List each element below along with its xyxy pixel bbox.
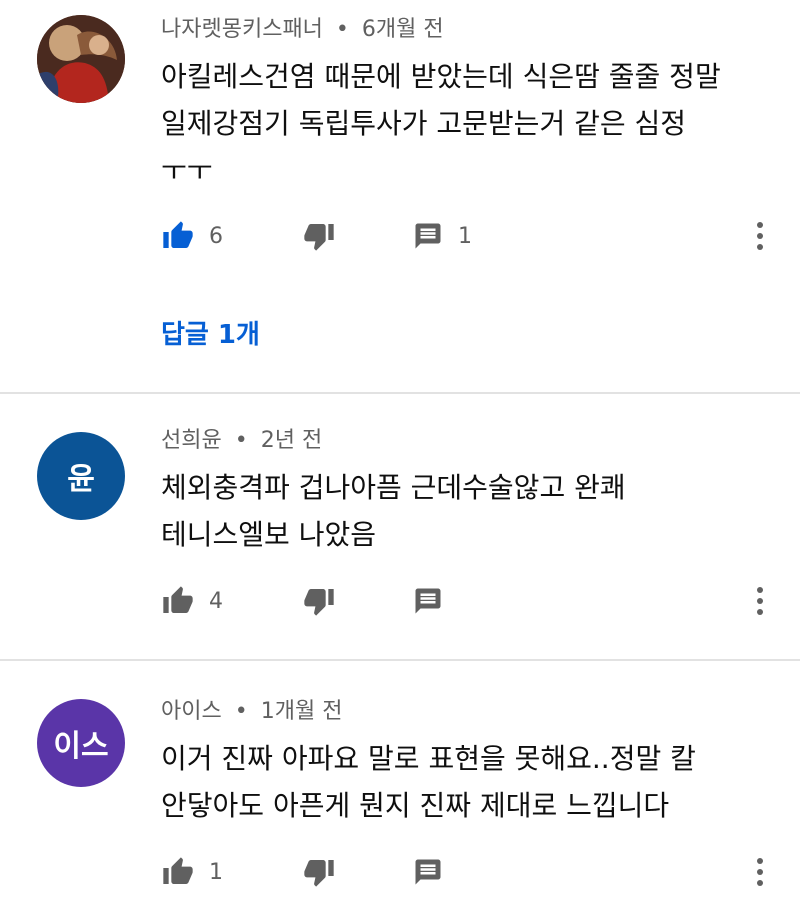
like-button[interactable]: 4 [161,581,223,621]
dislike-button[interactable] [302,852,336,892]
avatar[interactable]: 윤 [37,432,125,520]
dislike-button[interactable] [302,581,336,621]
thumbs-up-icon [163,221,193,248]
comment-1: 나자렛몽키스패너 • 6개월 전 아킬레스건염 때문에 받았는데 식은땀 줄줄 … [0,0,800,392]
comment-icon [415,588,441,614]
comment-meta: 나자렛몽키스패너 • 6개월 전 [161,15,770,45]
avatar[interactable] [37,15,125,103]
dislike-button[interactable] [302,216,336,256]
thumbs-up-icon [163,857,193,884]
comment-time[interactable]: 1개월 전 [261,699,343,724]
like-count: 6 [209,223,223,249]
thumbs-down-icon [304,224,334,251]
author-name[interactable]: 선희윤 [161,428,222,453]
avatar-letter: 윤 [67,462,95,497]
reply-count: 1 [458,223,472,249]
author-name[interactable]: 아이스 [161,699,222,724]
avatar[interactable]: 이스 [37,699,125,787]
view-replies-link[interactable]: 답글 1개 [161,314,260,351]
more-options-button[interactable] [750,581,770,621]
comment-text: 아킬레스건염 때문에 받았는데 식은땀 줄줄 정말 일제강점기 독립투사가 고문… [161,60,721,187]
painting-avatar-icon [37,15,125,103]
like-button[interactable]: 6 [161,216,223,256]
thumbs-down-icon [304,589,334,616]
author-name[interactable]: 나자렛몽키스패너 [161,17,323,42]
comment-icon [415,859,441,885]
meta-separator: • [234,428,248,453]
comment-text: 체외충격파 겁나아픔 근데수술않고 완쾌 테니스엘보 나았음 [161,471,626,551]
comment-meta: 아이스 • 1개월 전 [161,697,770,727]
like-button[interactable]: 1 [161,852,223,892]
more-options-button[interactable] [750,216,770,256]
comment-time[interactable]: 6개월 전 [362,17,444,42]
comment-icon [415,223,441,249]
comment-meta: 선희윤 • 2년 전 [161,426,770,456]
reply-button[interactable] [412,852,444,892]
more-options-button[interactable] [750,852,770,892]
comment-text: 이거 진짜 아파요 말로 표현을 못해요..정말 칼 안닿아도 아픈게 뭔지 진… [161,742,696,822]
avatar-letter: 이스 [53,729,109,764]
comment-actions: 4 [161,581,800,621]
meta-separator: • [234,699,248,724]
comment-actions: 1 [161,852,800,892]
comment-time[interactable]: 2년 전 [261,428,322,453]
comment-2: 윤 선희윤 • 2년 전 체외충격파 겁나아픔 근데수술않고 완쾌 테니스엘보 … [0,394,800,659]
reply-button[interactable]: 1 [412,216,472,256]
reply-button[interactable] [412,581,444,621]
like-count: 4 [209,588,223,614]
meta-separator: • [335,17,349,42]
comment-actions: 6 1 [161,216,800,256]
like-count: 1 [209,859,223,885]
comment-3: 이스 아이스 • 1개월 전 이거 진짜 아파요 말로 표현을 못해요..정말 … [0,661,800,923]
thumbs-down-icon [304,860,334,887]
thumbs-up-icon [163,586,193,613]
